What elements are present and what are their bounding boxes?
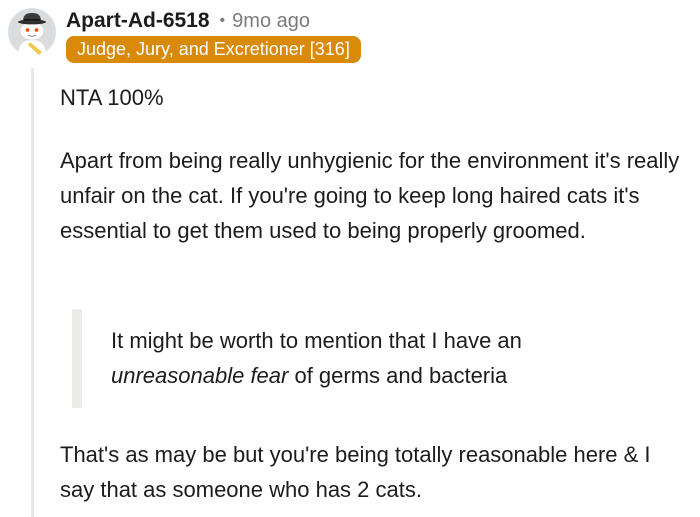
timestamp: 9mo ago (232, 9, 310, 32)
user-flair: Judge, Jury, and Excretioner [316] (66, 36, 361, 63)
quote-text-end: of germs and bacteria (288, 363, 508, 388)
comment-paragraph: NTA 100% (60, 85, 164, 110)
blockquote-text: It might be worth to mention that I have… (111, 323, 651, 393)
comment-header: Apart-Ad-6518 • 9mo ago (66, 6, 310, 36)
blockquote: It might be worth to mention that I have… (72, 309, 632, 408)
meta-separator: • (219, 12, 226, 29)
quote-emphasis: unreasonable fear (111, 363, 289, 388)
blockquote-bar (72, 309, 82, 408)
username[interactable]: Apart-Ad-6518 (66, 9, 210, 33)
comment-paragraph: Apart from being really unhygienic for t… (60, 148, 680, 243)
thread-line[interactable] (31, 68, 34, 517)
quote-text-start: It might be worth to mention that I have… (111, 328, 522, 353)
comment-paragraph: That's as may be but you're being totall… (60, 442, 651, 502)
user-avatar[interactable] (8, 8, 56, 56)
